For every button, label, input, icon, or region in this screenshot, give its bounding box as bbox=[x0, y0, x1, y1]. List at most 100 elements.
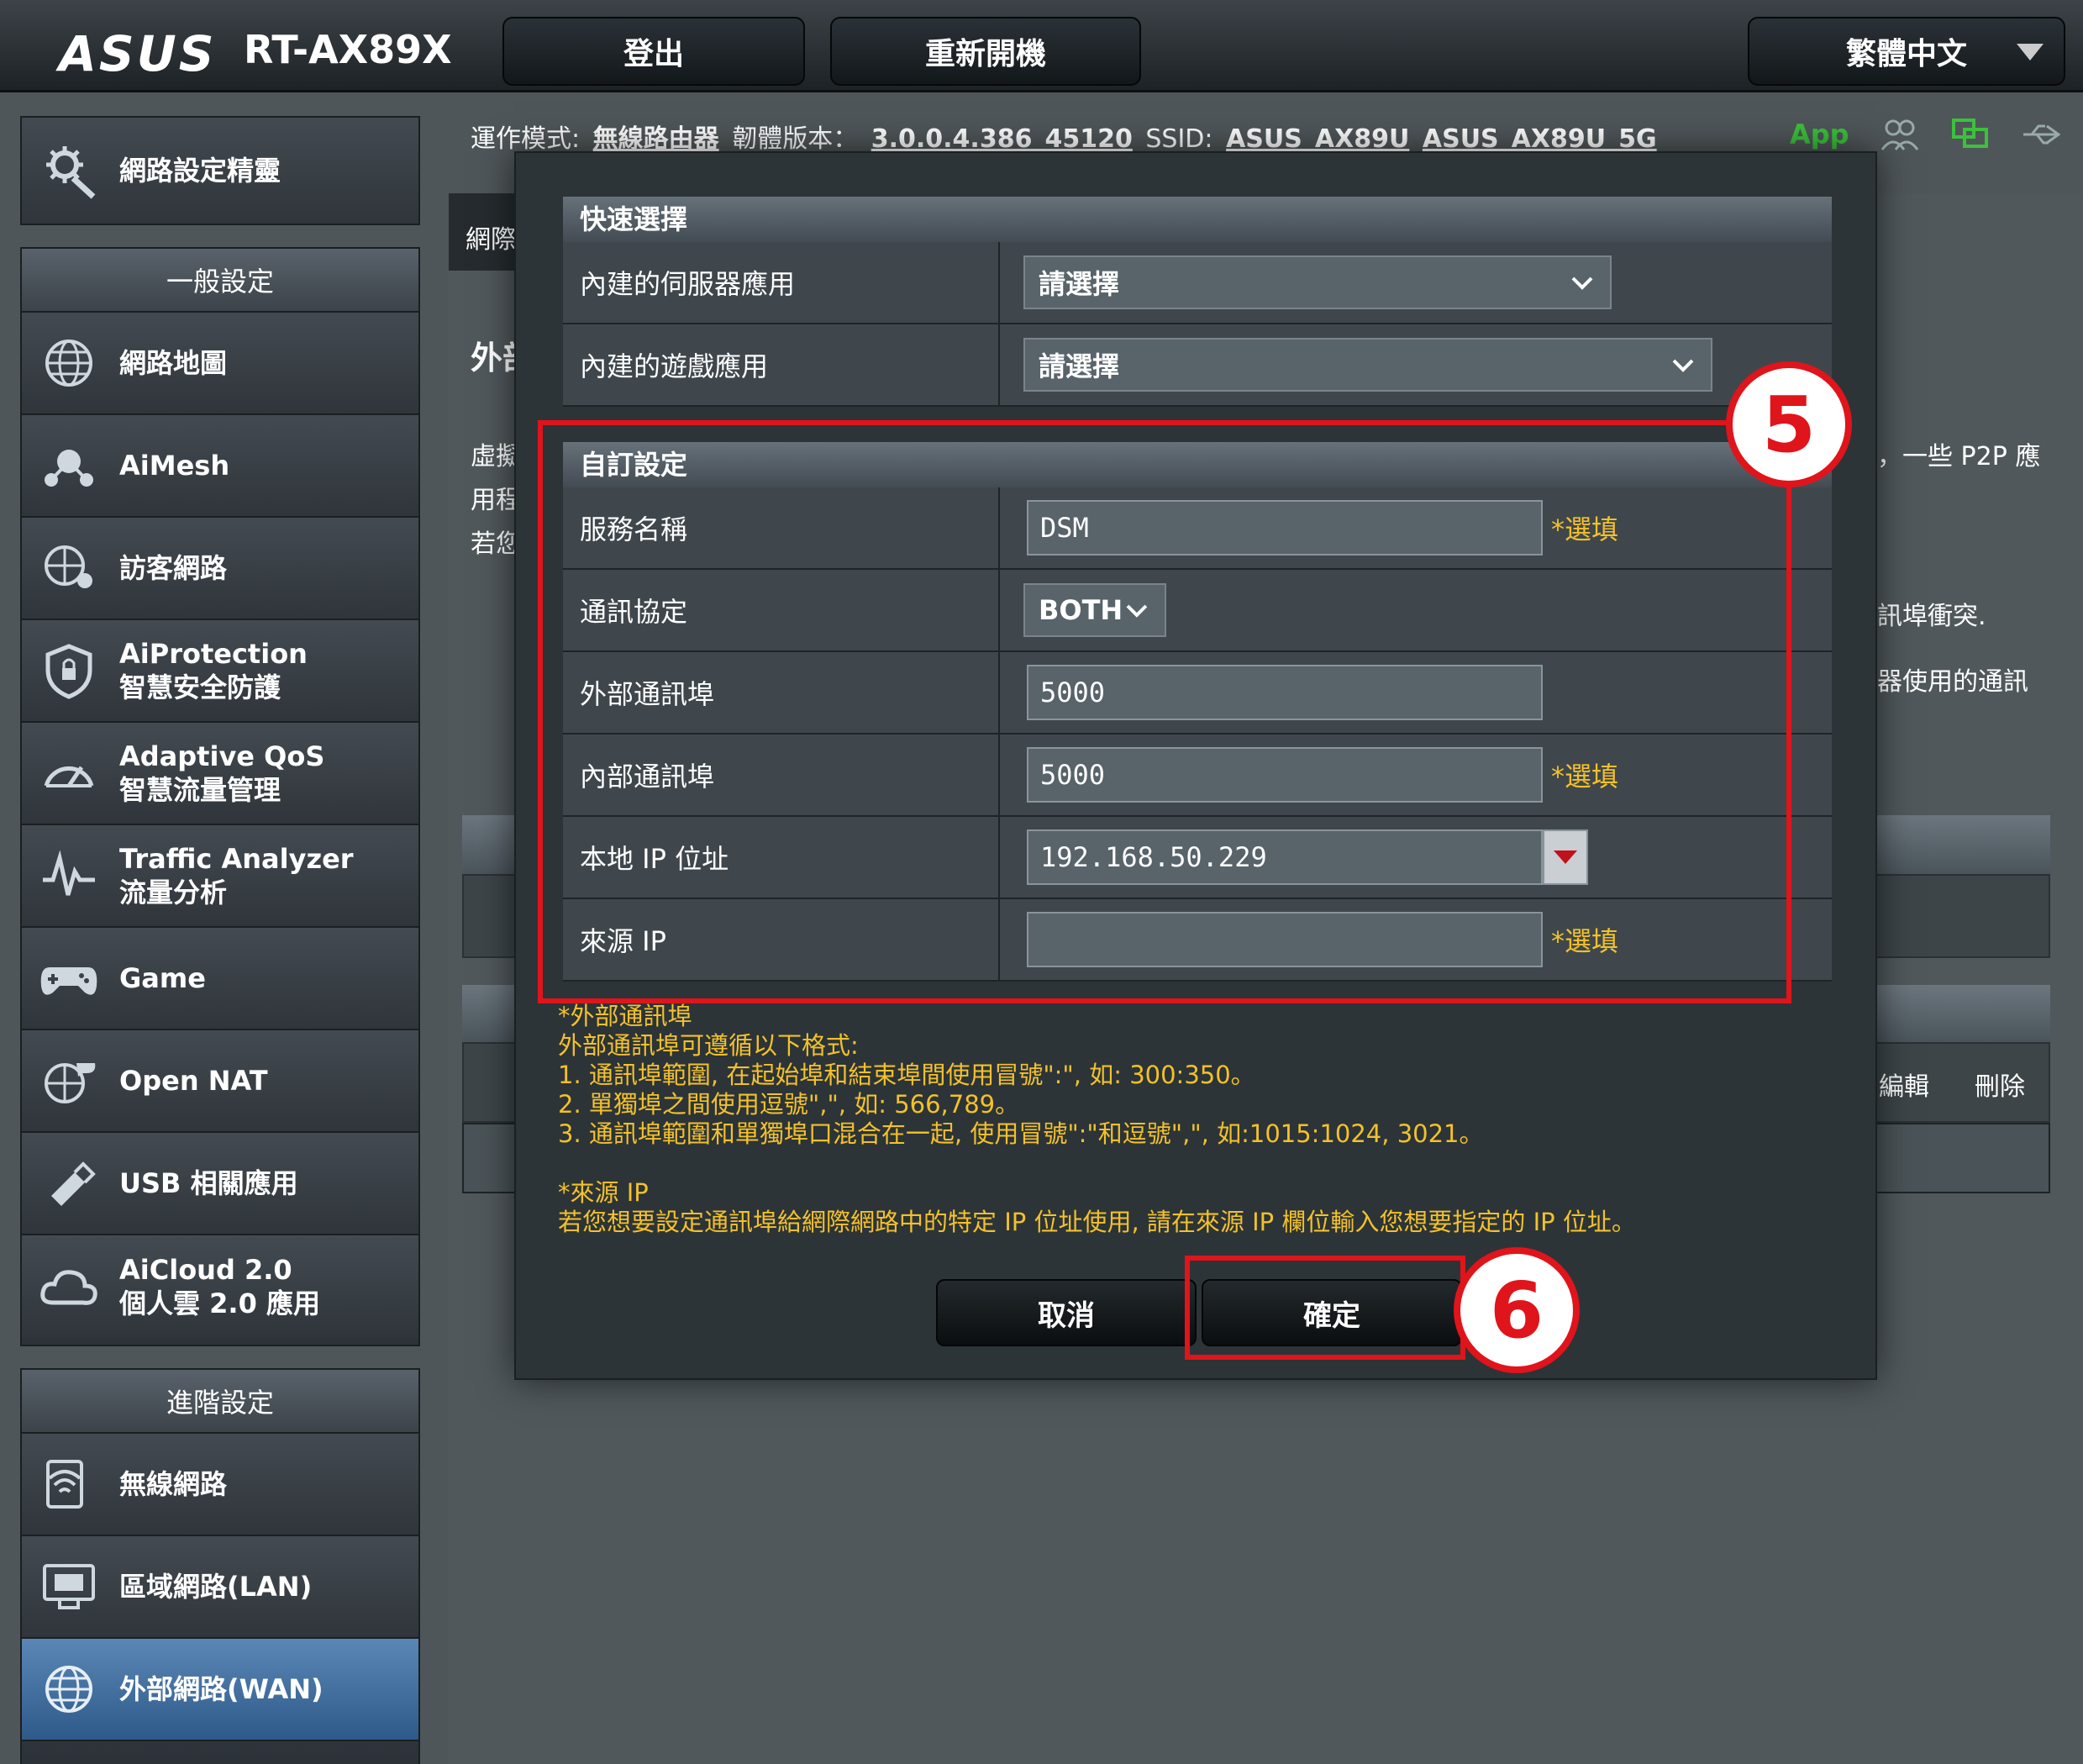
delete-column-header: 刪除 bbox=[1975, 1072, 2025, 1102]
server-app-row: 內建的伺服器應用 請選擇 bbox=[563, 242, 1832, 324]
lan-icon bbox=[35, 1553, 103, 1620]
sidebar-item-label: AiCloud 2.0 個人雲 2.0 應用 bbox=[119, 1254, 320, 1319]
aimesh-icon bbox=[35, 432, 103, 499]
model-name: RT-AX89X bbox=[244, 27, 452, 72]
sidebar-item-label: 網路設定精靈 bbox=[119, 155, 281, 187]
quick-select-title: 快速選擇 bbox=[563, 197, 1832, 242]
game-app-label: 內建的遊戲應用 bbox=[563, 324, 1000, 405]
sidebar-item-label: Adaptive QoS 智慧流量管理 bbox=[119, 740, 325, 806]
asus-logo[interactable]: ASUS bbox=[59, 25, 217, 82]
sidebar-item-label: 無線網路 bbox=[119, 1468, 228, 1500]
sidebar-item-wireless[interactable]: 無線網路 bbox=[22, 1434, 418, 1536]
wireless-icon bbox=[35, 1451, 103, 1518]
clients-icon[interactable] bbox=[1880, 118, 1920, 151]
note-line: 2. 單獨埠之間使用逗號",", 如: 566,789。 bbox=[558, 1090, 1020, 1119]
firmware-label: 韌體版本： bbox=[732, 124, 859, 154]
sidebar-item-open-nat[interactable]: Open NAT bbox=[22, 1030, 418, 1133]
sidebar-item-label: AiProtection 智慧安全防護 bbox=[119, 638, 308, 703]
sidebar-item-label: 區域網路(LAN) bbox=[119, 1571, 313, 1603]
status-info-bar: 運作模式: 無線路由器 韌體版本： 3.0.0.4.386_45120 SSID… bbox=[471, 118, 1662, 155]
background-right-text-2: 訊埠衝突. bbox=[1877, 602, 1986, 631]
advanced-settings-menu: 進階設定 無線網路 區域網路(LAN) 外部網路(WAN) bbox=[20, 1368, 420, 1764]
cloud-icon bbox=[35, 1253, 103, 1320]
sidebar-item-lan[interactable]: 區域網路(LAN) bbox=[22, 1536, 418, 1639]
sidebar-item-usb-apps[interactable]: USB 相關應用 bbox=[22, 1133, 418, 1235]
sidebar-item-label: AiMesh bbox=[119, 450, 230, 482]
ssid-link-1[interactable]: ASUS_AX89U bbox=[1226, 124, 1409, 154]
quick-select-section: 快速選擇 內建的伺服器應用 請選擇 內建的遊戲應用 請選擇 bbox=[563, 197, 1832, 407]
open-nat-icon bbox=[35, 1047, 103, 1114]
note-line: 1. 通訊埠範圍, 在起始埠和結束埠間使用冒號":", 如: 300:350。 bbox=[558, 1061, 1255, 1089]
server-app-select[interactable]: 請選擇 bbox=[1023, 255, 1612, 309]
background-right-text-1: ，一些 P2P 應 bbox=[1877, 442, 2041, 471]
sidebar-item-adaptive-qos[interactable]: Adaptive QoS 智慧流量管理 bbox=[22, 723, 418, 825]
note-line: 3. 通訊埠範圍和單獨埠口混合在一起, 使用冒號":"和逗號",", 如:101… bbox=[558, 1119, 1484, 1148]
edit-column-header: 編輯 bbox=[1879, 1072, 1929, 1102]
sidebar-item-wan[interactable]: 外部網路(WAN) bbox=[22, 1639, 418, 1741]
ssid-label: SSID: bbox=[1145, 124, 1213, 154]
sidebar-item-game[interactable]: Game bbox=[22, 928, 418, 1030]
sidebar-item-label: USB 相關應用 bbox=[119, 1167, 298, 1199]
sidebar-item-aicloud[interactable]: AiCloud 2.0 個人雲 2.0 應用 bbox=[22, 1235, 418, 1338]
note-spacer bbox=[558, 1149, 1636, 1178]
ssid-link-2[interactable]: ASUS_AX89U_5G bbox=[1423, 124, 1657, 154]
reboot-button[interactable]: 重新開機 bbox=[830, 17, 1141, 86]
general-settings-menu: 一般設定 網路地圖 AiMesh 訪客網路 AiProtection 智慧安全防護… bbox=[20, 247, 420, 1346]
chevron-down-icon bbox=[1571, 276, 1593, 290]
game-app-value: 請選擇 bbox=[1039, 350, 1120, 382]
background-desc-3: 若您 bbox=[471, 529, 521, 559]
logout-button[interactable]: 登出 bbox=[502, 17, 805, 86]
game-app-select[interactable]: 請選擇 bbox=[1023, 338, 1712, 392]
background-desc-1: 虛擬 bbox=[471, 442, 521, 471]
firmware-link[interactable]: 3.0.0.4.386_45120 bbox=[871, 124, 1133, 154]
wizard-icon bbox=[35, 137, 103, 204]
wan-icon bbox=[35, 1656, 103, 1723]
top-bar: ASUS RT-AX89X 登出 重新開機 繁體中文 bbox=[0, 0, 2083, 92]
background-tab-text: 網際 bbox=[466, 225, 516, 255]
sidebar-item-label: 網路地圖 bbox=[119, 347, 228, 379]
sidebar-item-guest-network[interactable]: 訪客網路 bbox=[22, 518, 418, 620]
traffic-icon bbox=[35, 842, 103, 909]
advanced-settings-title: 進階設定 bbox=[22, 1370, 418, 1434]
sidebar-item-label: 訪客網路 bbox=[119, 552, 228, 584]
note-line: *來源 IP bbox=[558, 1178, 649, 1207]
globe-icon bbox=[35, 329, 103, 397]
cancel-button[interactable]: 取消 bbox=[936, 1279, 1197, 1346]
note-line: *外部通訊埠 bbox=[558, 1002, 692, 1030]
sidebar-item-aiprotection[interactable]: AiProtection 智慧安全防護 bbox=[22, 620, 418, 723]
sidebar-item-label: Open NAT bbox=[119, 1065, 268, 1097]
general-settings-title: 一般設定 bbox=[22, 249, 418, 313]
background-right-text-3: 器使用的通訊 bbox=[1877, 667, 2028, 697]
usb-icon bbox=[35, 1150, 103, 1217]
usb-status-icon[interactable] bbox=[2021, 118, 2061, 151]
sidebar-item-label: Traffic Analyzer 流量分析 bbox=[119, 843, 354, 908]
network-status-icon[interactable] bbox=[1950, 118, 1991, 151]
server-app-label: 內建的伺服器應用 bbox=[563, 242, 1000, 323]
sidebar-item-network-wizard[interactable]: 網路設定精靈 bbox=[22, 118, 418, 224]
chevron-down-icon bbox=[1672, 359, 1694, 372]
gamepad-icon bbox=[35, 945, 103, 1012]
mode-link[interactable]: 無線路由器 bbox=[593, 124, 719, 154]
mode-label: 運作模式: bbox=[471, 124, 581, 154]
status-icons: App bbox=[1790, 118, 2061, 151]
gauge-icon bbox=[35, 740, 103, 807]
ok-button-highlight bbox=[1185, 1256, 1465, 1360]
chevron-down-icon bbox=[2017, 44, 2044, 61]
sidebar-item-label: 外部網路(WAN) bbox=[119, 1673, 323, 1705]
custom-settings-highlight bbox=[538, 420, 1791, 1003]
sidebar-item-traffic-analyzer[interactable]: Traffic Analyzer 流量分析 bbox=[22, 825, 418, 928]
app-link[interactable]: App bbox=[1790, 118, 1849, 150]
language-select[interactable]: 繁體中文 bbox=[1748, 17, 2065, 86]
sidebar-item-label: Game bbox=[119, 962, 206, 994]
sidebar-item-network-map[interactable]: 網路地圖 bbox=[22, 313, 418, 415]
game-app-row: 內建的遊戲應用 請選擇 bbox=[563, 324, 1832, 407]
step-6-callout: 6 bbox=[1454, 1247, 1580, 1373]
step-5-callout: 5 bbox=[1726, 361, 1852, 487]
note-line: 外部通訊埠可遵循以下格式: bbox=[558, 1031, 859, 1060]
guest-network-icon bbox=[35, 534, 103, 602]
format-notes: *外部通訊埠 外部通訊埠可遵循以下格式: 1. 通訊埠範圍, 在起始埠和結束埠間使用… bbox=[558, 1002, 1636, 1237]
note-line: 若您想要設定通訊埠給網際網路中的特定 IP 位址使用, 請在來源 IP 欄位輸入… bbox=[558, 1208, 1636, 1236]
language-label: 繁體中文 bbox=[1845, 37, 1967, 71]
server-app-value: 請選擇 bbox=[1039, 268, 1120, 300]
sidebar-item-aimesh[interactable]: AiMesh bbox=[22, 415, 418, 518]
